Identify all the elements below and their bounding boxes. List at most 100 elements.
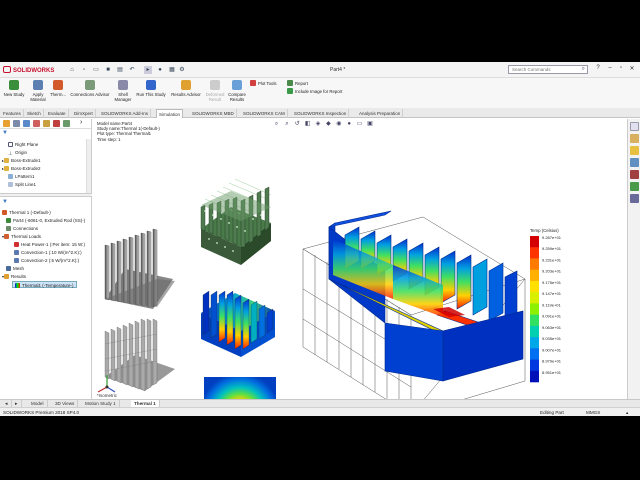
tab-analysis-preparation[interactable]: Analysis Preparation: [357, 109, 404, 118]
search-commands-input[interactable]: Search Commands ⌕: [508, 65, 588, 74]
tree-item-origin[interactable]: ⊥ Origin: [8, 149, 27, 157]
connections-icon: [6, 226, 11, 231]
tree-item-lpattern1[interactable]: LPattern1: [8, 173, 35, 180]
shell-manager-icon: [118, 80, 128, 90]
connections-advisor-button[interactable]: Connections Advisor: [68, 80, 112, 108]
load-convection-1[interactable]: Convection-1 (:10 W/(m^2.K):): [14, 249, 82, 256]
study-mesh[interactable]: Mesh: [6, 265, 24, 272]
appearances-icon[interactable]: [629, 170, 639, 179]
status-options-icon[interactable]: ▴: [626, 408, 628, 416]
tab-mbd[interactable]: SOLIDWORKS MBD: [190, 109, 237, 118]
tab-cam[interactable]: SOLIDWORKS CAM: [241, 109, 288, 118]
tab-addins[interactable]: SOLIDWORKS Add-Ins: [99, 109, 152, 118]
heatsink-solid-view[interactable]: [104, 228, 175, 309]
heatsink-mesh-view[interactable]: [200, 178, 272, 265]
heatsink-thermal-view[interactable]: [201, 290, 275, 357]
design-library-icon[interactable]: [629, 134, 639, 143]
file-explorer-icon[interactable]: [629, 146, 639, 155]
study-results[interactable]: ▾ Results: [2, 273, 26, 280]
help-icon[interactable]: ?: [594, 65, 602, 74]
legend-value-label: 9.259e+01: [542, 246, 562, 251]
shell-manager-label: Shell Manager: [114, 92, 132, 102]
plot-tools-label: Plot Tools: [258, 81, 277, 86]
results-advisor-button[interactable]: Results Advisor: [168, 80, 204, 108]
home-icon[interactable]: ⌂: [68, 66, 76, 74]
tree-scrollbar[interactable]: [86, 139, 91, 193]
tab-dimxpert[interactable]: DimXpert: [72, 109, 96, 118]
solidworks-resources-icon[interactable]: [629, 122, 639, 131]
custom-properties-icon[interactable]: [629, 182, 639, 191]
study-thermal-loads[interactable]: ▾ Thermal Loads: [2, 233, 41, 240]
apply-material-button[interactable]: Apply Material: [28, 80, 48, 108]
plot-tools-button[interactable]: Plot Tools: [250, 80, 277, 87]
temperature-legend[interactable]: Temp (Celsius) 9.287e+01 9.259e+01 9.231e+…: [530, 228, 562, 383]
cam-icon[interactable]: [53, 120, 60, 127]
display-manager-icon[interactable]: [43, 120, 50, 127]
tree-item-boss-extrude2[interactable]: ▸ Boss-Extrude2: [2, 165, 41, 172]
chevron-right-icon[interactable]: ›: [80, 119, 82, 126]
feature-tree-icon[interactable]: [3, 120, 10, 127]
tab-sketch[interactable]: Sketch: [25, 109, 44, 118]
shell-manager-button[interactable]: Shell Manager: [112, 80, 134, 108]
study-connections[interactable]: Connections: [6, 225, 38, 232]
tab-evaluate[interactable]: Evaluate: [46, 109, 69, 118]
minimize-button[interactable]: –: [606, 65, 614, 74]
filter-icon[interactable]: ▼: [2, 130, 8, 136]
part-icon: [6, 218, 11, 223]
base-temperature-contour[interactable]: [204, 377, 276, 399]
panel-splitter[interactable]: [0, 193, 92, 197]
options-icon[interactable]: ⚙: [178, 66, 186, 74]
load-heat-power[interactable]: Heat Power-1 (:Per item: 15 W:): [14, 241, 85, 248]
rebuild-icon[interactable]: ●: [156, 66, 164, 74]
deformed-result-button[interactable]: Deformed Result: [204, 80, 226, 108]
command-manager: New Study Apply Material Therm... Connec…: [0, 78, 640, 108]
plot-tools-icon: [250, 80, 256, 86]
tab-inspection[interactable]: SOLIDWORKS Inspection: [292, 109, 350, 118]
result-thermal1[interactable]: Thermal1 (-Temperature-): [12, 281, 77, 288]
legend-color-band: [530, 303, 539, 315]
run-study-button[interactable]: Run This Study: [134, 80, 168, 108]
graphics-area[interactable]: Model name:Part4 Study name:Thermal 1(-D…: [93, 119, 626, 399]
main-thermal-result-model[interactable]: [302, 210, 526, 399]
new-document-icon[interactable]: ▫: [80, 66, 88, 74]
heat-power-icon: [14, 242, 19, 247]
tree-label: Convection-2 (:5 W/(m^2.K):): [21, 258, 80, 263]
study-part[interactable]: Part4 (-6061-0, Extruded Rod (SS)-): [6, 217, 85, 224]
tab-features[interactable]: Features: [1, 109, 24, 118]
undo-icon[interactable]: ↶: [128, 66, 136, 74]
tab-simulation[interactable]: Simulation: [156, 109, 184, 118]
include-image-icon: [287, 88, 293, 94]
thermal-loads-button[interactable]: Therm...: [48, 80, 68, 108]
maximize-button[interactable]: ▫: [617, 65, 625, 74]
view-palette-icon[interactable]: [629, 158, 639, 167]
save-icon[interactable]: ■: [104, 66, 112, 74]
configuration-icon[interactable]: [23, 120, 30, 127]
tree-item-right-plane[interactable]: Right Plane: [8, 141, 38, 148]
search-icon[interactable]: ⌕: [582, 66, 585, 73]
tree-item-boss-extrude1[interactable]: ▸ Boss-Extrude1: [2, 157, 41, 164]
solidworks-logo[interactable]: SOLIDWORKS: [3, 66, 57, 75]
report-button[interactable]: Report: [287, 80, 308, 87]
include-image-button[interactable]: Include Image for Report: [287, 88, 342, 95]
close-button[interactable]: ✕: [628, 65, 636, 74]
select-icon[interactable]: ▸: [144, 66, 152, 74]
open-icon[interactable]: ▭: [92, 66, 100, 74]
compare-results-button[interactable]: Compare Results: [226, 80, 248, 108]
print-icon[interactable]: ▤: [116, 66, 124, 74]
status-units[interactable]: MMGS: [586, 408, 600, 416]
logo-text: SOLIDWORKS: [13, 68, 55, 74]
heatsink-shaded-view[interactable]: [104, 318, 175, 392]
dimxpert-icon[interactable]: [33, 120, 40, 127]
load-convection-2[interactable]: Convection-2 (:5 W/(m^2.K):): [14, 257, 79, 264]
filter-icon[interactable]: ▼: [2, 199, 8, 205]
file-properties-icon[interactable]: ▦: [168, 66, 176, 74]
deformed-result-label: Deformed Result: [205, 92, 225, 102]
forum-icon[interactable]: [629, 194, 639, 203]
new-study-button[interactable]: New Study: [2, 80, 26, 108]
inspection-icon[interactable]: [63, 120, 70, 127]
tree-item-split-line1[interactable]: Split Line1: [8, 181, 36, 188]
thermal-loads-icon: [4, 234, 10, 239]
study-root[interactable]: Thermal 1 (-Default-): [2, 209, 51, 216]
property-manager-icon[interactable]: [13, 120, 20, 127]
task-pane-tabs: [627, 119, 640, 399]
